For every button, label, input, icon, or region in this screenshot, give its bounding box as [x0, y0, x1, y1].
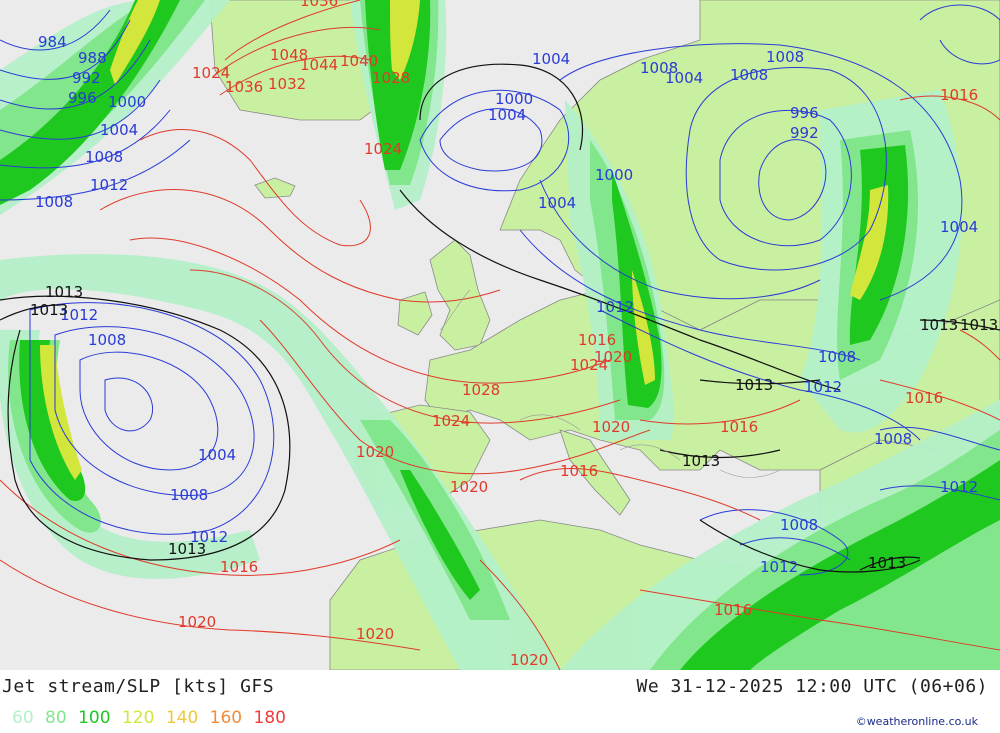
legend-140: 140 [165, 708, 199, 728]
isobar-label: 1004 [488, 106, 526, 124]
legend-60: 60 [12, 708, 34, 728]
isobar-label: 984 [38, 33, 67, 51]
isobar-label: 1008 [170, 486, 208, 504]
isobar-label: 1012 [596, 298, 634, 316]
isobar-label: 1028 [462, 381, 500, 399]
legend-80: 80 [45, 708, 67, 728]
isobar-label: 1008 [730, 66, 768, 84]
isobar-label: 1012 [940, 478, 978, 496]
isobar-label: 996 [790, 104, 819, 122]
isobar-label: 1004 [665, 69, 703, 87]
isobar-label: 1008 [874, 430, 912, 448]
isobar-label: 1004 [532, 50, 570, 68]
isobar-label: 1004 [538, 194, 576, 212]
legend-160: 160 [209, 708, 243, 728]
isobar-label: 988 [78, 49, 107, 67]
isobar-label: 1020 [356, 443, 394, 461]
isobar-label: 1000 [108, 93, 146, 111]
isobar-label: 1013 [45, 283, 83, 301]
isobar-label: 1040 [340, 52, 378, 70]
isobar-label: 1008 [766, 48, 804, 66]
isobar-label: 1013 [682, 452, 720, 470]
isobar-label: 1020 [178, 613, 216, 631]
isobar-label: 1016 [578, 331, 616, 349]
valid-datetime: We 31-12-2025 12:00 UTC (06+06) [636, 676, 988, 697]
isobar-label: 1036 [225, 78, 263, 96]
isobar-label: 1004 [198, 446, 236, 464]
isobar-label: 1012 [90, 176, 128, 194]
isobar-label: 1004 [940, 218, 978, 236]
isobar-label: 992 [790, 124, 819, 142]
isobar-label: 1016 [220, 558, 258, 576]
isobar-label: 1013 [735, 376, 773, 394]
isobar-label: 1013 [868, 554, 906, 572]
credit-link[interactable]: ©weatheronline.co.uk [856, 715, 978, 728]
isobar-label: 1020 [510, 651, 548, 669]
isobar-label: 1013 [920, 316, 958, 334]
isobar-label: 1008 [88, 331, 126, 349]
isobar-label: 1008 [780, 516, 818, 534]
isobar-label: 1008 [35, 193, 73, 211]
isobar-label: 1012 [804, 378, 842, 396]
map-title: Jet stream/SLP [kts] GFS [2, 676, 275, 697]
speed-legend: 60 80 100 120 140 160 180 [12, 708, 292, 728]
isobar-label: 1016 [720, 418, 758, 436]
isobar-label: 1028 [372, 69, 410, 87]
isobar-label: 1016 [560, 462, 598, 480]
jet-stream-slp-map: 984 988 992 996 1000 1004 1008 1012 1008… [0, 0, 1000, 670]
isobar-label: 1036 [300, 0, 338, 10]
legend-100: 100 [78, 708, 111, 728]
isobar-label: 1016 [940, 86, 978, 104]
isobar-label: 1013 [30, 301, 68, 319]
isobar-label: 1008 [818, 348, 856, 366]
isobar-label: 1020 [356, 625, 394, 643]
isobar-label: 1024 [570, 356, 608, 374]
isobar-label: 1012 [760, 558, 798, 576]
isobar-label: 1024 [364, 140, 402, 158]
isobar-label: 1044 [300, 56, 338, 74]
isobar-label: 1008 [85, 148, 123, 166]
isobar-label: 996 [68, 89, 97, 107]
isobar-label: 1004 [100, 121, 138, 139]
isobar-label: 1032 [268, 75, 306, 93]
isobar-label: 1016 [714, 601, 752, 619]
isobar-label: 1013 [168, 540, 206, 558]
isobar-label: 1016 [905, 389, 943, 407]
isobar-label: 992 [72, 69, 101, 87]
weather-map-page: 984 988 992 996 1000 1004 1008 1012 1008… [0, 0, 1000, 733]
isobar-label: 1020 [450, 478, 488, 496]
isobar-label: 1020 [592, 418, 630, 436]
legend-120: 120 [121, 708, 155, 728]
isobar-label: 1024 [432, 412, 470, 430]
legend-180: 180 [253, 708, 286, 728]
isobar-label: 1013 [960, 316, 998, 334]
map-footer: Jet stream/SLP [kts] GFS We 31-12-2025 1… [0, 670, 1000, 733]
isobar-label: 1000 [595, 166, 633, 184]
